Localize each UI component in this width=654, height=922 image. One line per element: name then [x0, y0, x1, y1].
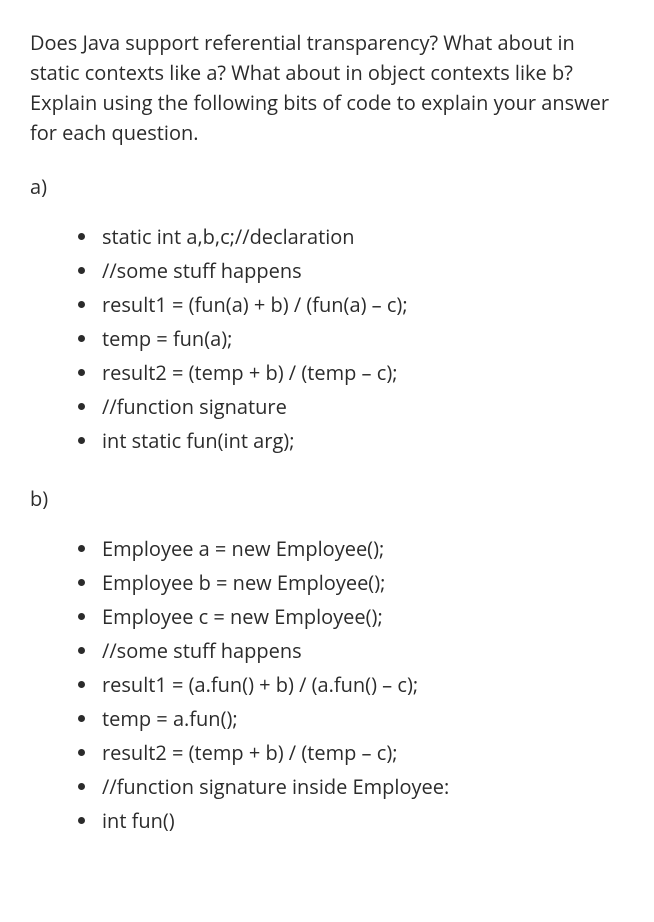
list-item: //function signature inside Employee:	[78, 772, 624, 802]
list-item: int static fun(int arg);	[78, 426, 624, 456]
list-item: //some stuff happens	[78, 636, 624, 666]
question-text: Does Java support referential transparen…	[30, 28, 624, 148]
list-item: result1 = (fun(a) + b) / (fun(a) – c);	[78, 290, 624, 320]
list-item: Employee c = new Employee();	[78, 602, 624, 632]
section-b-list: Employee a = new Employee(); Employee b …	[30, 534, 624, 836]
list-item: static int a,b,c;//declaration	[78, 222, 624, 252]
section-a-label: a)	[30, 172, 624, 202]
list-item: temp = a.fun();	[78, 704, 624, 734]
list-item: temp = fun(a);	[78, 324, 624, 354]
section-b-label: b)	[30, 484, 624, 514]
list-item: //function signature	[78, 392, 624, 422]
list-item: result1 = (a.fun() + b) / (a.fun() – c);	[78, 670, 624, 700]
list-item: //some stuff happens	[78, 256, 624, 286]
list-item: result2 = (temp + b) / (temp – c);	[78, 738, 624, 768]
list-item: Employee a = new Employee();	[78, 534, 624, 564]
list-item: result2 = (temp + b) / (temp – c);	[78, 358, 624, 388]
list-item: int fun()	[78, 806, 624, 836]
section-a-list: static int a,b,c;//declaration //some st…	[30, 222, 624, 456]
list-item: Employee b = new Employee();	[78, 568, 624, 598]
